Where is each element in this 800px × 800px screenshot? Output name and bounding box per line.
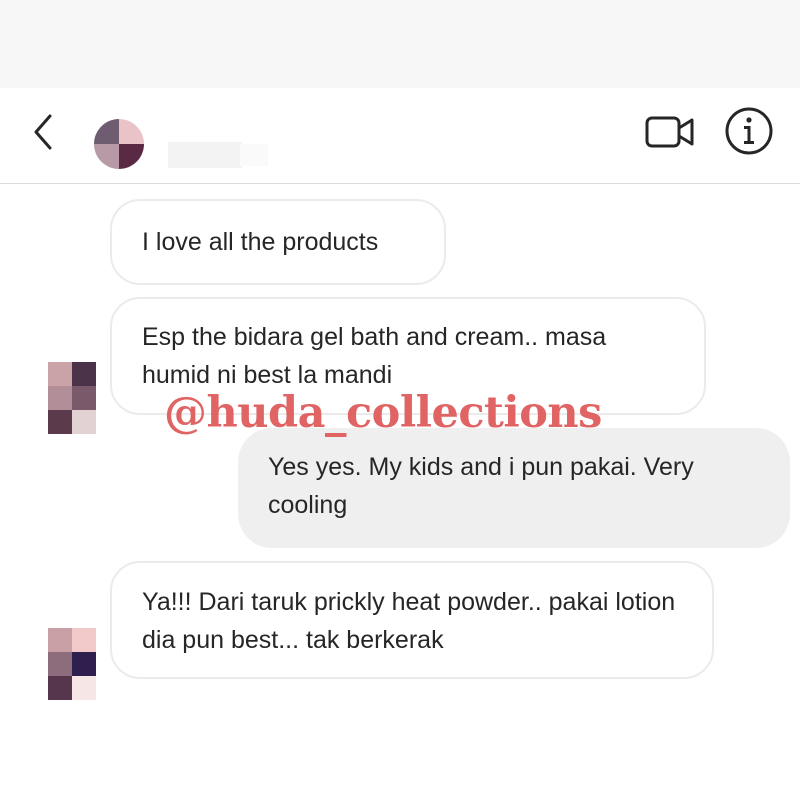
back-button[interactable]: [28, 112, 64, 152]
chevron-left-icon: [34, 114, 52, 150]
message-text: I love all the products: [142, 228, 379, 256]
video-camera-icon: [645, 116, 694, 148]
message-text: Yes yes. My kids and i pun pakai. Very c…: [268, 453, 694, 519]
info-button[interactable]: [724, 106, 774, 156]
sender-avatar[interactable]: [48, 628, 96, 700]
chat-header: [0, 88, 800, 184]
message-text: Ya!!! Dari taruk prickly heat powder.. p…: [142, 588, 676, 654]
sender-avatar[interactable]: [48, 362, 96, 434]
incoming-message-bubble: Ya!!! Dari taruk prickly heat powder.. p…: [110, 561, 714, 679]
contact-avatar[interactable]: [94, 119, 144, 169]
incoming-message-bubble: I love all the products: [110, 199, 446, 285]
watermark-text: @huda_collections: [164, 388, 602, 438]
contact-name-redacted-extra: [240, 144, 268, 166]
video-call-button[interactable]: [644, 110, 696, 154]
outgoing-message-bubble: Yes yes. My kids and i pun pakai. Very c…: [238, 428, 790, 548]
info-icon: [725, 107, 773, 155]
contact-name-redacted[interactable]: [168, 142, 242, 168]
message-text: Esp the bidara gel bath and cream.. masa…: [142, 323, 607, 389]
top-blank-area: [0, 0, 800, 88]
